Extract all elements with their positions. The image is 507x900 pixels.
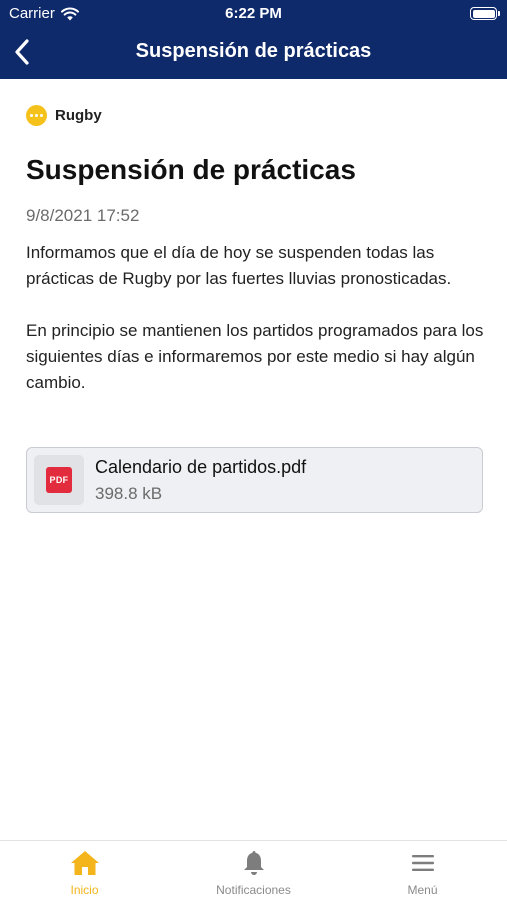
nav-bar: Suspensión de prácticas bbox=[0, 30, 507, 76]
attachment-size: 398.8 kB bbox=[95, 484, 163, 503]
nav-title: Suspensión de prácticas bbox=[135, 40, 372, 62]
post-title: Suspensión de prácticas bbox=[26, 154, 356, 185]
battery-icon bbox=[470, 7, 500, 20]
home-icon bbox=[70, 849, 100, 877]
post-paragraph: En principio se mantienen los partidos p… bbox=[26, 321, 484, 392]
tab-notificaciones[interactable]: Notificaciones bbox=[169, 841, 338, 900]
file-icon-box: PDF bbox=[34, 455, 84, 505]
post-date: 9/8/2021 17:52 bbox=[26, 206, 140, 225]
tab-label: Notificaciones bbox=[216, 883, 291, 897]
pdf-icon: PDF bbox=[46, 467, 72, 493]
tab-label: Menú bbox=[407, 883, 438, 897]
category-tag: Rugby bbox=[26, 105, 102, 126]
attachment-name: Calendario de partidos.pdf bbox=[95, 457, 307, 477]
tab-inicio[interactable]: Inicio bbox=[0, 841, 169, 900]
bell-icon bbox=[239, 849, 269, 877]
attachment-card[interactable]: PDF Calendario de partidos.pdf 398.8 kB bbox=[26, 447, 483, 513]
status-bar: Carrier 6:22 PM bbox=[0, 0, 507, 28]
app-header: Carrier 6:22 PM Suspensión de prácticas bbox=[0, 0, 507, 79]
tab-menu[interactable]: Menú bbox=[338, 841, 507, 900]
tab-label: Inicio bbox=[70, 883, 99, 897]
category-label: Rugby bbox=[55, 107, 102, 124]
menu-icon bbox=[408, 849, 438, 877]
post-paragraph: Informamos que el día de hoy se suspende… bbox=[26, 243, 452, 288]
post-body: Informamos que el día de hoy se suspende… bbox=[26, 240, 484, 422]
tab-bar: Inicio Notificaciones Menú bbox=[0, 840, 507, 900]
category-dot-icon bbox=[26, 105, 47, 126]
status-time: 6:22 PM bbox=[225, 5, 282, 22]
